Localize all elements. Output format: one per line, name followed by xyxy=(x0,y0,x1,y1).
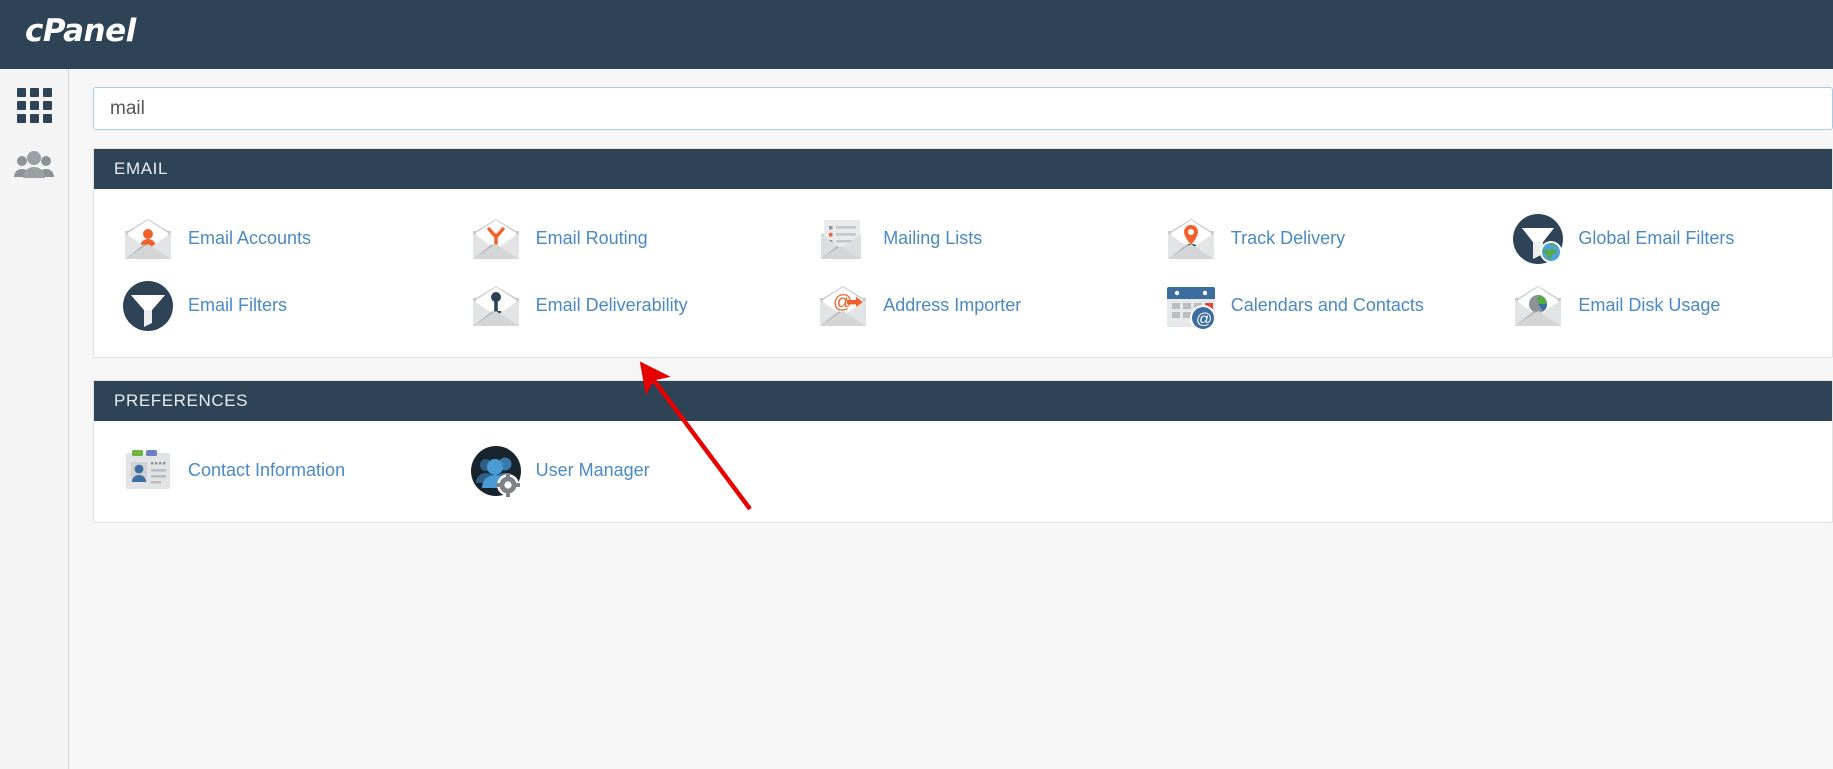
tile-label: Email Filters xyxy=(188,295,288,315)
users-gear-icon xyxy=(468,443,524,499)
tile-global-email-filters[interactable]: Global Email Filters xyxy=(1484,205,1832,272)
svg-text:@: @ xyxy=(1196,311,1212,328)
tile-label: Calendars and Contacts xyxy=(1230,295,1424,315)
tile-label: Contact Information xyxy=(188,460,346,480)
tile-email-routing[interactable]: Email Routing xyxy=(442,205,790,272)
tile-email-filters[interactable]: Email Filters xyxy=(94,272,442,339)
tile-label: Global Email Filters xyxy=(1578,228,1735,248)
cpanel-logo[interactable]: cPanel xyxy=(25,13,136,49)
tile-label: Email Accounts xyxy=(188,228,312,248)
envelope-pin-icon xyxy=(1163,211,1219,267)
left-sidebar xyxy=(0,69,69,769)
tile-calendars-and-contacts[interactable]: @ Calendars and Contacts xyxy=(1137,272,1485,339)
envelope-person-icon xyxy=(120,211,176,267)
section-email: EMAIL Email Accounts Email Routing Maili… xyxy=(93,148,1833,358)
search-input[interactable] xyxy=(93,87,1833,130)
search-bar xyxy=(93,87,1833,130)
funnel-globe-icon xyxy=(1510,211,1566,267)
envelope-at-arrow-icon: @ xyxy=(815,278,871,334)
tile-label: Email Disk Usage xyxy=(1578,295,1721,315)
top-header-bar: cPanel xyxy=(0,0,1833,69)
section-preferences-tiles: Contact Information User Manager xyxy=(94,421,1832,522)
funnel-icon xyxy=(120,278,176,334)
section-preferences: PREFERENCES Contact Information User Man… xyxy=(93,380,1833,523)
cpanel-page: cPanel mail EMAIL Email Accounts Email R… xyxy=(0,0,1833,769)
tile-label: User Manager xyxy=(535,460,650,480)
section-preferences-title: PREFERENCES xyxy=(94,381,1832,421)
main-content: EMAIL xyxy=(69,69,1833,769)
tile-contact-information[interactable]: Contact Information xyxy=(94,437,442,504)
tile-mailing-lists[interactable]: Mailing Lists xyxy=(789,205,1137,272)
tile-label: Address Importer xyxy=(883,295,1022,315)
envelope-key-icon xyxy=(468,278,524,334)
section-email-title: EMAIL xyxy=(94,149,1832,189)
tile-label: Email Routing xyxy=(535,228,648,248)
sidebar-item-user-manager[interactable] xyxy=(0,139,68,195)
id-card-icon xyxy=(120,443,176,499)
tile-label: Track Delivery xyxy=(1230,228,1346,248)
section-email-tiles: Email Accounts Email Routing Mailing Lis… xyxy=(94,189,1832,357)
tile-user-manager[interactable]: User Manager xyxy=(442,437,790,504)
envelope-fork-icon xyxy=(468,211,524,267)
tile-address-importer[interactable]: @ Address Importer xyxy=(789,272,1137,339)
tile-email-deliverability[interactable]: Email Deliverability xyxy=(442,272,790,339)
envelope-list-icon xyxy=(815,211,871,267)
tile-track-delivery[interactable]: Track Delivery xyxy=(1137,205,1485,272)
grid-apps-icon xyxy=(16,87,52,123)
envelope-piechart-icon xyxy=(1510,278,1566,334)
tile-email-accounts[interactable]: Email Accounts xyxy=(94,205,442,272)
sidebar-item-apps[interactable] xyxy=(0,77,68,133)
users-group-icon xyxy=(14,150,54,185)
calendar-at-icon: @ xyxy=(1163,278,1219,334)
tile-label: Mailing Lists xyxy=(883,228,983,248)
tile-label: Email Deliverability xyxy=(535,295,688,315)
tile-email-disk-usage[interactable]: Email Disk Usage xyxy=(1484,272,1832,339)
